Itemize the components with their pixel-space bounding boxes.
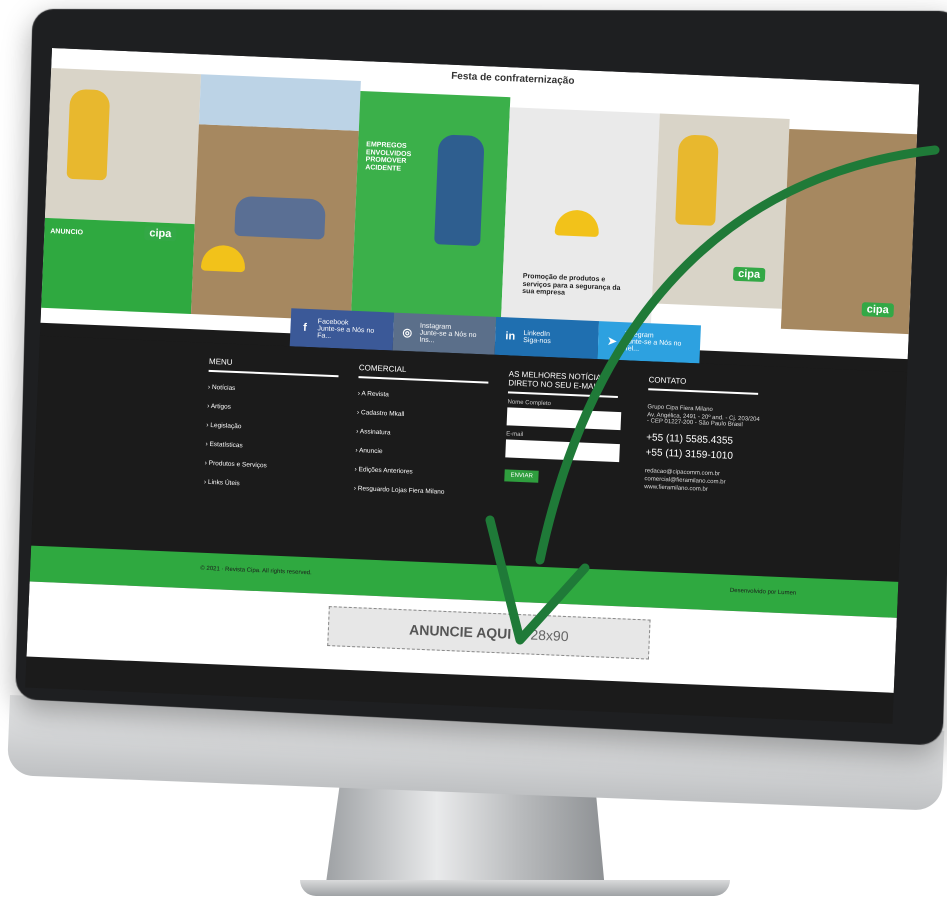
social-sub: Siga-nos [523, 336, 551, 346]
send-button[interactable]: ENVIAR [504, 469, 540, 483]
menu-column: MENU Notícias Artigos Legislação Estatís… [203, 356, 340, 503]
name-field[interactable] [506, 407, 622, 431]
worker-figure [434, 134, 485, 247]
menu-link[interactable]: Artigos [207, 403, 337, 415]
telegram-icon: ➤ [607, 335, 618, 348]
linkedin-icon: in [505, 330, 516, 343]
ad-size: | 728x90 [514, 625, 569, 645]
social-facebook[interactable]: f Facebook Junte-se a Nós no Fa... [289, 308, 394, 351]
social-sub: Junte-se a Nós no Ins... [419, 329, 477, 344]
comercial-link[interactable]: Cadastro Mkall [357, 409, 487, 421]
newsletter-column: AS MELHORES NOTÍCIAS DIRETO NO SEU E-MAI… [504, 369, 623, 486]
ad-banner-placeholder[interactable]: ANUNCIE AQUI | 728x90 [327, 606, 651, 660]
collage-tile-hazmat[interactable] [44, 67, 202, 225]
comercial-column: COMERCIAL A Revista Cadastro Mkall Assin… [353, 363, 489, 509]
tile-label: EMPREGOS ENVOLVIDOS PROMOVER ACIDENTE [365, 141, 412, 173]
social-sub: Junte-se a Nós no Fa... [317, 324, 375, 340]
monitor-stand-base [300, 880, 730, 896]
comercial-link[interactable]: Assinatura [356, 428, 486, 440]
facebook-icon: f [302, 321, 308, 334]
tile-label: ANUNCIO [50, 228, 84, 237]
comercial-link[interactable]: A Revista [358, 390, 488, 402]
social-linkedin[interactable]: in LinkedIn Siga-nos [494, 316, 599, 360]
photo-collage: Festa de confraternização ANUNCIO cipa E… [40, 48, 920, 360]
email-field[interactable] [505, 439, 620, 463]
collage-tile-products[interactable]: Promoção de produtos e serviços para a s… [500, 107, 660, 334]
contact-phone[interactable]: +55 (11) 5585.4355 [646, 432, 761, 448]
social-telegram[interactable]: ➤ Telegram Junte-se a Nós no Tel... [596, 321, 701, 364]
monitor-screen: Festa de confraternização ANUNCIO cipa E… [25, 48, 920, 724]
site-footer: MENU Notícias Artigos Legislação Estatís… [31, 335, 908, 582]
tile-label: Promoção de produtos e serviços para a s… [522, 272, 621, 298]
collage-title: Festa de confraternização [450, 70, 575, 87]
copyright-text: © 2021 · Revista Cipa. All rights reserv… [200, 565, 312, 577]
menu-link[interactable]: Estatísticas [205, 441, 335, 453]
cipa-logo: cipa [861, 302, 895, 318]
collage-tile-fall-2[interactable]: cipa [780, 128, 918, 335]
collage-tile-hazmat-2[interactable]: cipa [651, 113, 790, 309]
helmet-icon [200, 244, 246, 273]
ad-label: ANUNCIE AQUI [408, 621, 512, 642]
cipa-logo: cipa [144, 226, 177, 242]
contact-heading: CONTATO [648, 375, 759, 395]
newsletter-heading: AS MELHORES NOTÍCIAS DIRETO NO SEU E-MAI… [507, 369, 619, 399]
comercial-link[interactable]: Anuncie [355, 447, 485, 459]
contact-phone[interactable]: +55 (11) 3159-1010 [645, 447, 760, 463]
comercial-link[interactable]: Edições Anteriores [354, 466, 484, 478]
menu-link[interactable]: Notícias [208, 384, 338, 396]
collage-tile-fall[interactable] [190, 124, 359, 321]
contact-address: Av. Angélica, 2491 - 20º and. - Cj. 203/… [646, 412, 760, 429]
social-instagram[interactable]: ◎ Instagram Junte-se a Nós no Ins... [392, 312, 497, 355]
social-sub: Junte-se a Nós no Tel... [624, 337, 682, 353]
menu-heading: MENU [208, 356, 340, 378]
menu-link[interactable]: Legislação [206, 422, 336, 434]
worker-figure [66, 88, 111, 181]
worker-figure [234, 195, 326, 240]
credits-link[interactable]: Desenvolvido por Lumen [730, 588, 797, 597]
comercial-heading: COMERCIAL [358, 363, 489, 384]
menu-link[interactable]: Produtos e Serviços [205, 460, 335, 472]
collage-tile-lab[interactable] [198, 74, 361, 131]
instagram-icon: ◎ [402, 326, 413, 339]
collage-tile-ad[interactable]: ANUNCIO cipa [41, 217, 195, 315]
worker-figure [675, 134, 719, 226]
helmet-icon [554, 209, 600, 238]
cipa-logo: cipa [732, 266, 766, 283]
menu-link[interactable]: Links Úteis [204, 479, 334, 491]
comercial-link[interactable]: Resguardo Lojas Fiera Milano [354, 485, 484, 497]
collage-tile-green-promo[interactable]: EMPREGOS ENVOLVIDOS PROMOVER ACIDENTE [350, 90, 511, 328]
contact-column: CONTATO Grupo Cipa Fiera Milano Av. Angé… [644, 375, 764, 497]
